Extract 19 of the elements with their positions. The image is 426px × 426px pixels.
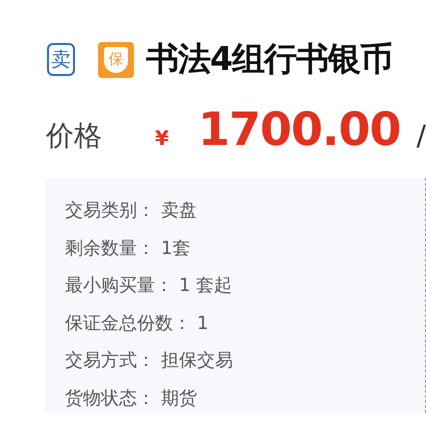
- guarantee-badge: 保: [98, 42, 134, 78]
- detail-value: 担保交易: [161, 350, 233, 372]
- detail-label: 最小购买量：: [65, 275, 173, 296]
- price-label: 价格: [46, 118, 103, 154]
- detail-value: 期货: [161, 388, 197, 409]
- product-title: 书法4组行书银币: [146, 38, 392, 80]
- detail-value: 1 套起: [179, 275, 232, 296]
- detail-label: 货物状态：: [65, 388, 155, 409]
- price-separator: /: [416, 119, 426, 152]
- detail-label: 保证金总份数：: [65, 312, 191, 334]
- detail-label: 交易类别：: [65, 200, 155, 221]
- sell-badge: 卖: [47, 43, 75, 76]
- detail-value: 1: [197, 312, 208, 334]
- detail-label: 交易方式：: [65, 350, 155, 372]
- price-amount: 1700.00: [198, 102, 401, 156]
- detail-value: 卖盘: [161, 200, 197, 221]
- currency-symbol: ¥: [155, 126, 170, 150]
- detail-label: 剩余数量：: [65, 238, 155, 259]
- detail-value: 1套: [161, 238, 190, 259]
